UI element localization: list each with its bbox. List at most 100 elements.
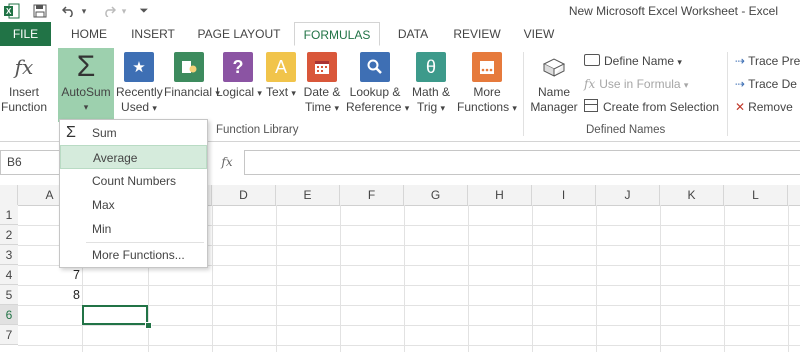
row-header-1[interactable]: 1	[0, 205, 18, 225]
define-name-button[interactable]: Define Name ▾	[584, 51, 682, 71]
create-from-selection-button[interactable]: Create from Selection	[584, 97, 719, 117]
table-icon	[584, 99, 598, 112]
save-icon[interactable]	[30, 1, 50, 21]
gridline	[276, 205, 277, 352]
formula-input[interactable]	[244, 150, 800, 175]
tab-view[interactable]: VIEW	[518, 22, 560, 46]
column-header-e[interactable]: E	[276, 185, 340, 205]
chevron-down-icon: ▾	[440, 103, 446, 113]
theta-icon: θ	[416, 52, 446, 82]
row-header-7[interactable]: 7	[0, 325, 18, 345]
tab-review[interactable]: REVIEW	[448, 22, 506, 46]
text-icon: A	[266, 52, 296, 82]
defined-names-group-label: Defined Names	[586, 124, 666, 136]
insert-function-fx-icon[interactable]: fx	[212, 150, 242, 175]
svg-text:X: X	[6, 7, 12, 16]
column-header-j[interactable]: J	[596, 185, 660, 205]
chevron-down-icon: ▾	[334, 103, 340, 113]
gridline	[340, 205, 341, 352]
star-icon: ★	[124, 52, 154, 82]
column-header-i[interactable]: I	[532, 185, 596, 205]
select-all-corner[interactable]	[0, 185, 18, 205]
chevron-down-icon: ▾	[291, 88, 296, 98]
row-header-3[interactable]: 3	[0, 245, 18, 265]
logical-button[interactable]: ? Logical ▾	[216, 50, 262, 122]
trace-precedents-icon: ⇢	[735, 54, 746, 68]
gridline	[18, 325, 800, 326]
logical-icon: ?	[223, 52, 253, 82]
fx-icon: fx	[14, 54, 34, 79]
trace-dependents-button[interactable]: ⇢ Trace De	[735, 74, 797, 94]
sigma-small-icon: Σ	[66, 124, 76, 141]
redo-dropdown-icon[interactable]: ▾	[118, 1, 130, 21]
gridline	[18, 345, 800, 346]
group-divider	[727, 52, 728, 136]
menu-item-sum[interactable]: Σ Sum	[60, 121, 207, 145]
column-header-g[interactable]: G	[404, 185, 468, 205]
column-header-f[interactable]: F	[340, 185, 404, 205]
menu-item-average[interactable]: Average	[60, 145, 207, 169]
name-manager-icon	[539, 52, 569, 82]
undo-icon[interactable]	[60, 1, 78, 21]
use-in-formula-button[interactable]: fx Use in Formula ▾	[584, 74, 688, 94]
column-header-d[interactable]: D	[212, 185, 276, 205]
magnifier-icon	[360, 52, 390, 82]
trace-precedents-button[interactable]: ⇢ Trace Pre	[735, 51, 800, 71]
more-functions-button[interactable]: More Functions ▾	[456, 50, 518, 122]
chevron-down-icon: ▾	[152, 103, 157, 113]
financial-button[interactable]: Financial ▾	[164, 50, 220, 122]
row-header-5[interactable]: 5	[0, 285, 18, 305]
gridline	[788, 205, 789, 352]
tab-data[interactable]: DATA	[390, 22, 436, 46]
gridline	[660, 205, 661, 352]
financial-icon	[174, 52, 204, 82]
calendar-icon	[307, 52, 337, 82]
column-header-k[interactable]: K	[660, 185, 724, 205]
gridline	[212, 205, 213, 352]
chevron-down-icon: ▾	[512, 103, 517, 113]
row-header-4[interactable]: 4	[0, 265, 18, 285]
cell-a5[interactable]: 8	[18, 285, 80, 305]
fill-handle[interactable]	[145, 322, 152, 329]
active-cell-b6[interactable]	[82, 305, 148, 325]
menu-item-count-numbers[interactable]: Count Numbers	[60, 169, 207, 193]
text-button[interactable]: A Text ▾	[264, 50, 298, 122]
math-trig-button[interactable]: θ Math & Trig ▾	[408, 50, 454, 122]
insert-function-button[interactable]: fx Insert Function	[0, 50, 48, 122]
gridline	[404, 205, 405, 352]
sigma-icon: Σ	[76, 49, 96, 83]
more-functions-icon	[472, 52, 502, 82]
group-divider	[523, 52, 524, 136]
tag-icon	[584, 54, 600, 66]
tab-page-layout[interactable]: PAGE LAYOUT	[194, 22, 284, 46]
lookup-reference-button[interactable]: Lookup & Reference ▾	[346, 50, 409, 122]
gridline	[596, 205, 597, 352]
fx-small-icon: fx	[584, 77, 596, 91]
menu-item-more-functions[interactable]: More Functions...	[60, 243, 207, 267]
row-header-2[interactable]: 2	[0, 225, 18, 245]
redo-icon[interactable]	[100, 1, 118, 21]
gridline	[18, 285, 800, 286]
tab-file[interactable]: FILE	[0, 22, 51, 46]
recently-used-button[interactable]: ★ Recently Used ▾	[116, 50, 163, 122]
column-header-h[interactable]: H	[468, 185, 532, 205]
tab-formulas[interactable]: FORMULAS	[294, 22, 380, 46]
name-manager-button[interactable]: Name Manager	[528, 50, 580, 122]
tab-home[interactable]: HOME	[66, 22, 112, 46]
chevron-down-icon: ▾	[683, 80, 689, 90]
menu-item-min[interactable]: Min	[60, 217, 207, 241]
column-header-l[interactable]: L	[724, 185, 788, 205]
remove-arrows-button[interactable]: ✕ Remove	[735, 97, 793, 117]
tab-insert[interactable]: INSERT	[126, 22, 180, 46]
gridline	[468, 205, 469, 352]
chevron-down-icon: ▾	[257, 88, 262, 98]
customize-qat-icon[interactable]: ⏷	[136, 1, 152, 21]
chevron-down-icon: ▾	[677, 57, 682, 67]
date-time-button[interactable]: Date & Time ▾	[300, 50, 344, 122]
cell-a4[interactable]: 7	[18, 265, 80, 285]
row-header-6[interactable]: 6	[0, 305, 18, 325]
menu-item-max[interactable]: Max	[60, 193, 207, 217]
autosum-button[interactable]: Σ AutoSum ▾	[58, 48, 114, 122]
gridline	[724, 205, 725, 352]
undo-dropdown-icon[interactable]: ▾	[78, 1, 90, 21]
